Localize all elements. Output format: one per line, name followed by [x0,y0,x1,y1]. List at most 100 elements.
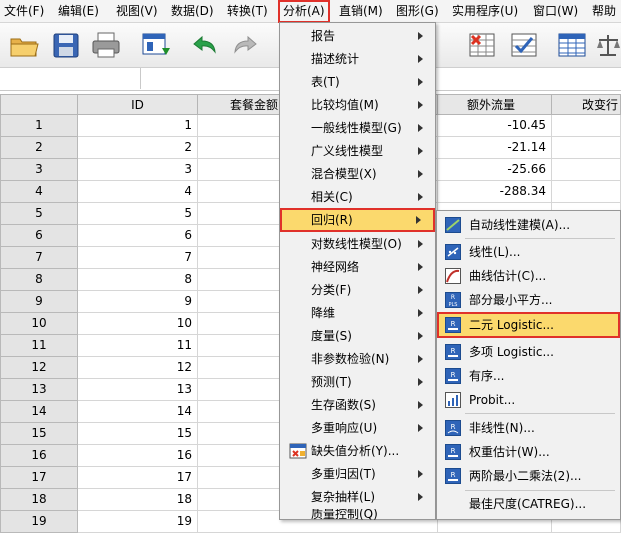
menu-analyze[interactable]: 分析(A) [278,0,330,23]
cell-id[interactable]: 7 [78,247,198,269]
menu-item-nonlinear[interactable]: R 非线性(N)... [437,416,620,440]
cell-id[interactable]: 8 [78,269,198,291]
row-header[interactable]: 10 [0,313,78,335]
menu-item-correlate[interactable]: 相关(C) [280,186,435,208]
menu-item-optimal-scaling[interactable]: 最佳尺度(CATREG)... [437,492,620,516]
row-header[interactable]: 12 [0,357,78,379]
cell-id[interactable]: 6 [78,225,198,247]
cell-id[interactable]: 3 [78,159,198,181]
cell-extra-traffic[interactable]: -21.14 [438,137,552,159]
menu-help[interactable]: 帮助 [592,2,616,20]
row-header[interactable]: 15 [0,423,78,445]
row-header[interactable]: 16 [0,445,78,467]
menu-item-linear[interactable]: 线性(L)... [437,240,620,264]
menu-item-partial-least-squares[interactable]: R PLS 部分最小平方... [437,288,620,312]
menu-item-quality-control[interactable]: 质量控制(Q) [280,509,435,521]
menu-item-multinomial-logistic[interactable]: R 多项 Logistic... [437,340,620,364]
cell-change[interactable] [552,115,621,137]
row-header[interactable]: 13 [0,379,78,401]
cell-id[interactable]: 4 [78,181,198,203]
row-header[interactable]: 14 [0,401,78,423]
menu-item-complex-samples[interactable]: 复杂抽样(L) [280,486,435,508]
menu-item-two-stage-least-squares[interactable]: R 两阶最小二乘法(2)... [437,464,620,488]
column-header-extra-traffic[interactable]: 额外流量 [438,94,552,115]
menu-graphs[interactable]: 图形(G) [396,2,439,20]
menu-file[interactable]: 文件(F) [4,2,44,20]
cell-change[interactable] [552,137,621,159]
row-header[interactable]: 11 [0,335,78,357]
menu-utilities[interactable]: 实用程序(U) [452,2,518,20]
redo-icon[interactable] [230,30,262,60]
value-labels-icon[interactable] [556,30,588,60]
undo-icon[interactable] [188,30,220,60]
menu-item-reports[interactable]: 报告 [280,25,435,47]
menu-item-nonparametric-tests[interactable]: 非参数检验(N) [280,348,435,370]
row-header[interactable]: 3 [0,159,78,181]
row-header[interactable]: 8 [0,269,78,291]
menu-item-multiple-imputation[interactable]: 多重归因(T) [280,463,435,485]
cell-id[interactable]: 14 [78,401,198,423]
menu-item-missing-value-analysis[interactable]: 缺失值分析(Y)... [280,440,435,462]
select-cases-icon[interactable] [508,30,540,60]
cell-id[interactable]: 12 [78,357,198,379]
row-header[interactable]: 19 [0,511,78,533]
menu-item-survival[interactable]: 生存函数(S) [280,394,435,416]
menu-item-forecasting[interactable]: 预测(T) [280,371,435,393]
cell-id[interactable]: 19 [78,511,198,533]
row-header[interactable]: 5 [0,203,78,225]
row-header[interactable]: 2 [0,137,78,159]
menu-item-compare-means[interactable]: 比较均值(M) [280,94,435,116]
menu-direct-marketing[interactable]: 直销(M) [339,2,383,20]
menu-item-generalized-linear-models[interactable]: 广义线性模型 [280,140,435,162]
cell-id[interactable]: 18 [78,489,198,511]
menu-data[interactable]: 数据(D) [171,2,214,20]
menu-window[interactable]: 窗口(W) [533,2,578,20]
menu-item-ordinal[interactable]: R 有序... [437,364,620,388]
menu-item-multiple-response[interactable]: 多重响应(U) [280,417,435,439]
cell-id[interactable]: 16 [78,445,198,467]
cell-extra-traffic[interactable]: -25.66 [438,159,552,181]
menu-item-descriptive-statistics[interactable]: 描述统计 [280,48,435,70]
insert-cases-icon[interactable] [466,30,498,60]
cell-id[interactable]: 9 [78,291,198,313]
cell-change[interactable] [552,181,621,203]
cell-change[interactable] [552,159,621,181]
menu-item-weight-estimation[interactable]: R 权重估计(W)... [437,440,620,464]
cell-id[interactable]: 2 [78,137,198,159]
menu-item-scale[interactable]: 度量(S) [280,325,435,347]
row-header[interactable]: 7 [0,247,78,269]
cell-id[interactable]: 11 [78,335,198,357]
weight-cases-icon[interactable] [596,30,621,60]
menu-item-mixed-models[interactable]: 混合模型(X) [280,163,435,185]
cell-id[interactable]: 13 [78,379,198,401]
menu-item-neural-networks[interactable]: 神经网络 [280,256,435,278]
cell-name-box[interactable] [0,68,141,89]
column-header-id[interactable]: ID [78,94,198,115]
menu-item-classify[interactable]: 分类(F) [280,279,435,301]
dialog-recall-icon[interactable] [140,30,172,60]
menu-item-general-linear-model[interactable]: 一般线性模型(G) [280,117,435,139]
cell-id[interactable]: 17 [78,467,198,489]
cell-extra-traffic[interactable]: -10.45 [438,115,552,137]
save-icon[interactable] [50,30,82,60]
cell-id[interactable]: 15 [78,423,198,445]
cell-id[interactable]: 10 [78,313,198,335]
print-icon[interactable] [90,30,122,60]
menu-item-probit[interactable]: Probit... [437,388,620,412]
menu-item-regression[interactable]: 回归(R) [280,208,435,232]
cell-extra-traffic[interactable]: -288.34 [438,181,552,203]
row-header[interactable]: 17 [0,467,78,489]
open-folder-icon[interactable] [8,30,40,60]
row-header[interactable]: 18 [0,489,78,511]
cell-id[interactable]: 1 [78,115,198,137]
menu-view[interactable]: 视图(V) [116,2,158,20]
row-header[interactable]: 9 [0,291,78,313]
menu-item-loglinear[interactable]: 对数线性模型(O) [280,233,435,255]
menu-transform[interactable]: 转换(T) [227,2,268,20]
menu-item-automatic-linear-modeling[interactable]: 自动线性建模(A)... [437,213,620,237]
row-header[interactable]: 1 [0,115,78,137]
menu-edit[interactable]: 编辑(E) [58,2,99,20]
menu-item-binary-logistic[interactable]: R 二元 Logistic... [437,312,620,338]
menu-item-tables[interactable]: 表(T) [280,71,435,93]
menu-item-dimension-reduction[interactable]: 降维 [280,302,435,324]
